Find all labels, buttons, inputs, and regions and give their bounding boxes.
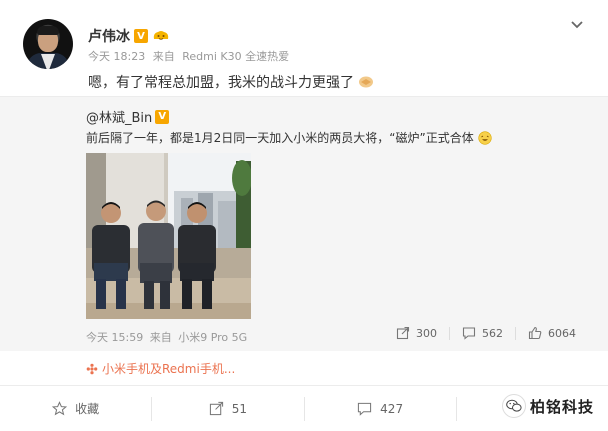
repost-count: 51 [231, 401, 248, 416]
repost-card: @林斌_Bin V 前后隔了一年，都是1月2日同一天加入小米的两员大将，“磁炉”… [0, 96, 608, 351]
repost-photo[interactable] [86, 153, 251, 319]
fan-badge-icon [153, 31, 169, 40]
repost-reposts-count: 300 [416, 326, 437, 340]
chevron-down-icon[interactable] [570, 20, 584, 30]
verified-v-icon: V [155, 109, 170, 124]
star-icon [52, 401, 68, 416]
wechat-logo-icon [501, 394, 526, 418]
watermark-text: 柏铭科技 [529, 397, 594, 416]
verified-v-icon: V [134, 29, 148, 43]
share-icon [209, 401, 223, 416]
watermark: 柏铭科技 [501, 394, 594, 418]
repost-comments-count: 562 [482, 326, 503, 340]
comment-icon [358, 402, 372, 416]
comment-count: 427 [380, 401, 404, 416]
repost-text-content: 前后隔了一年，都是1月2日同一天加入小米的两员大将，“磁炉”正式合体 [86, 131, 474, 145]
topic-row[interactable]: 小米手机及Redmi手机... [86, 360, 235, 377]
post-text: 嗯，有了常程总加盟，我米的战斗力更强了 [88, 72, 374, 92]
comment-button[interactable]: 427 [303, 396, 456, 421]
repost-source-prefix: 来自 [149, 331, 172, 344]
author-name[interactable]: 卢伟冰 [88, 26, 130, 46]
repost-stats: 300 562 6064 [384, 326, 588, 340]
post-text-content: 嗯，有了常程总加盟，我米的战斗力更强了 [88, 75, 354, 91]
share-icon [396, 326, 410, 340]
repost-reposts-stat[interactable]: 300 [384, 326, 449, 340]
repost-time[interactable]: 今天 15:59 [86, 331, 143, 344]
author-avatar[interactable] [23, 19, 73, 69]
repost-likes-count: 6064 [548, 326, 576, 340]
post-source-prefix: 来自 [152, 50, 175, 63]
laughing-emoji-icon [478, 130, 492, 145]
repost-author-row: @林斌_Bin V [86, 107, 170, 126]
post-meta: 今天 18:23 来自 Redmi K30 全速热爱 [88, 48, 293, 64]
thumbs-up-icon [528, 326, 542, 340]
favorite-button[interactable]: 收藏 [0, 397, 151, 421]
photo-three-men-on-sofa [86, 153, 251, 319]
author-row: 卢伟冰 V [88, 26, 170, 46]
topic-label: 小米手机及Redmi手机... [102, 362, 236, 376]
weibo-post: 卢伟冰 V 今天 18:23 来自 Redmi K30 全速热爱 嗯，有了常程总… [0, 0, 608, 431]
repost-comments-stat[interactable]: 562 [450, 326, 515, 340]
repost-source[interactable]: 小米9 Pro 5G [178, 331, 247, 344]
topic-flower-icon [86, 363, 98, 374]
handshake-emoji-icon [359, 76, 373, 88]
post-time[interactable]: 今天 18:23 [88, 50, 145, 63]
repost-author[interactable]: @林斌_Bin [86, 107, 152, 126]
repost-meta: 今天 15:59 来自 小米9 Pro 5G [86, 329, 250, 345]
favorite-label: 收藏 [75, 402, 100, 416]
post-source[interactable]: Redmi K30 全速热爱 [182, 50, 289, 63]
repost-text: 前后隔了一年，都是1月2日同一天加入小米的两员大将，“磁炉”正式合体 [86, 129, 493, 146]
repost-button[interactable]: 51 [151, 396, 303, 421]
comment-icon [462, 327, 476, 340]
repost-likes-stat[interactable]: 6064 [516, 326, 588, 340]
